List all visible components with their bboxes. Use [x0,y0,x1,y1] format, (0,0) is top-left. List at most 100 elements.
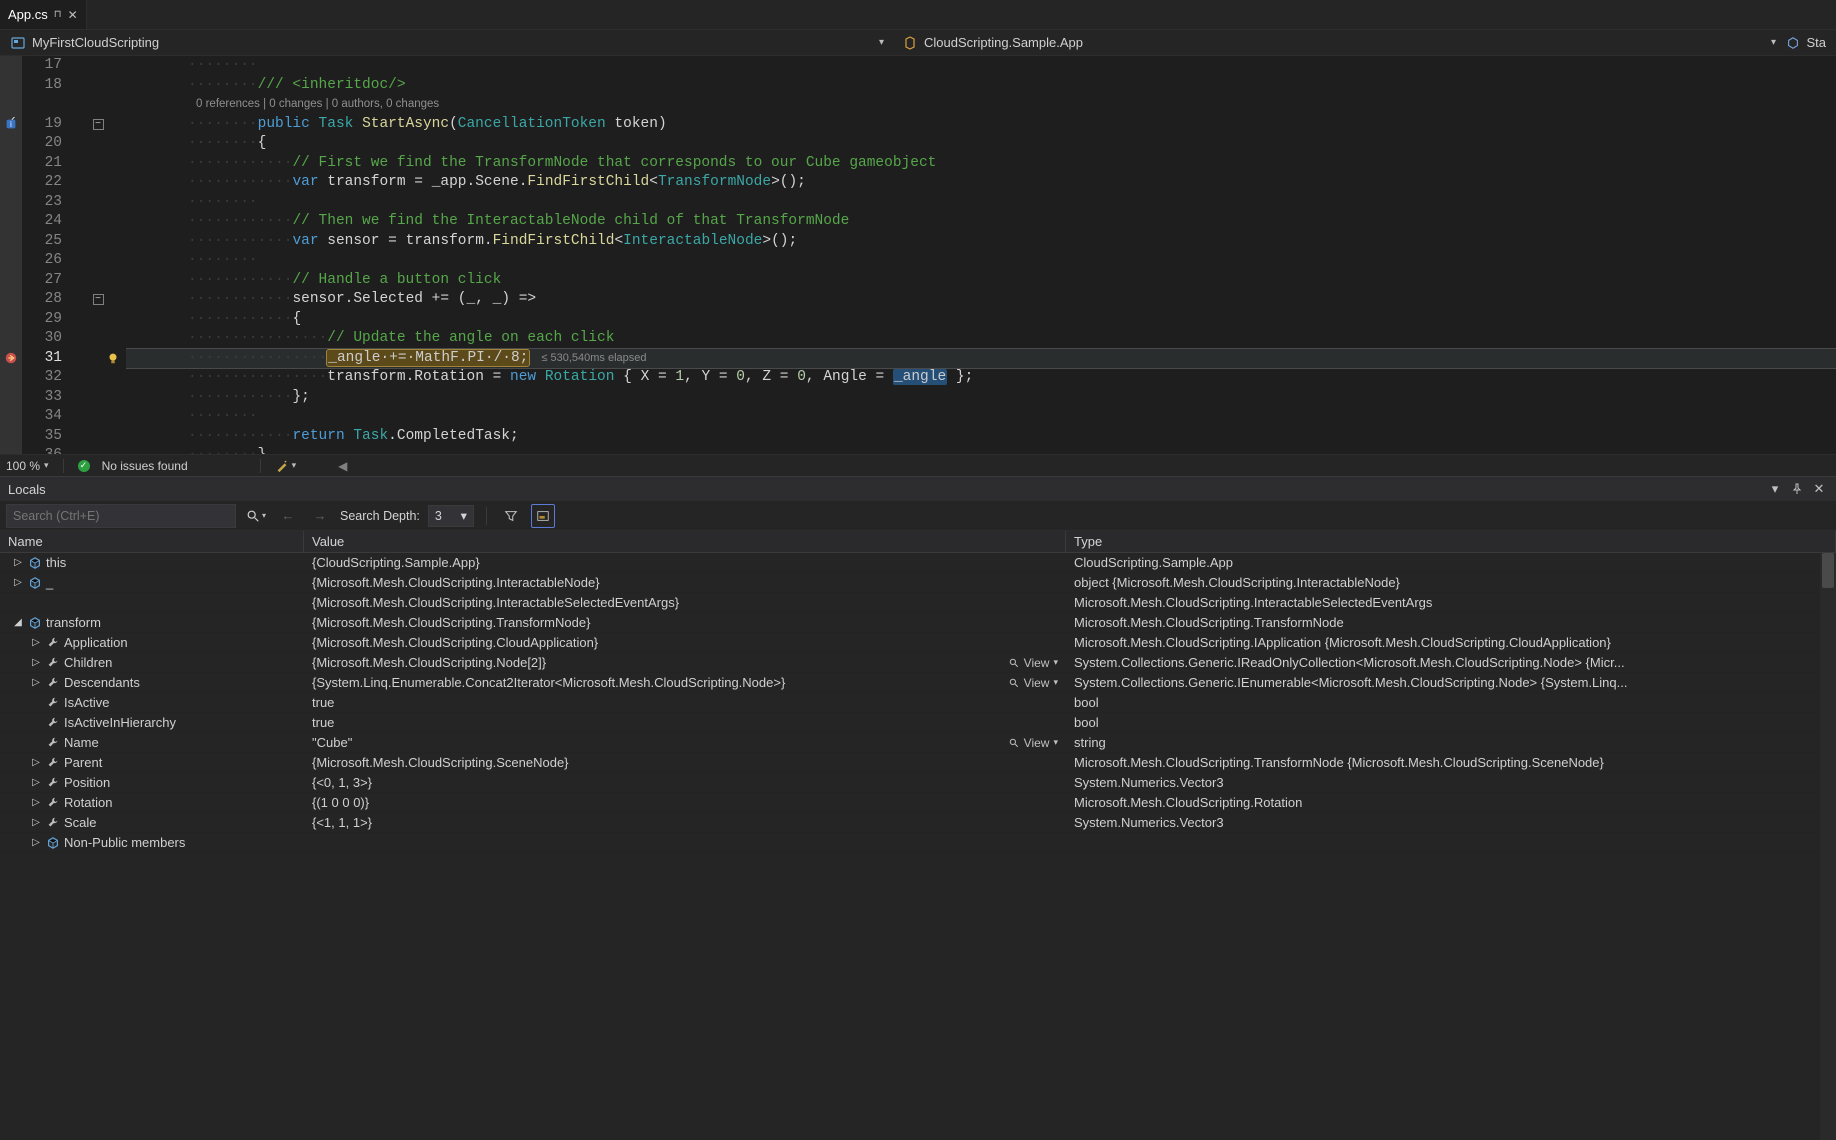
chevron-down-icon: ▾ [879,37,884,48]
row-name: Descendants [64,675,140,690]
wrench-icon [46,756,60,770]
wrench-icon [46,816,60,830]
wrench-icon [46,776,60,790]
locals-grid-body[interactable]: ▷ this {CloudScripting.Sample.App} CloudScr… [0,553,1836,1140]
expander-icon[interactable]: ▷ [12,557,24,568]
wrench-icon [46,736,60,750]
locals-row[interactable]: ▷_{Microsoft.Mesh.CloudScripting.Interac… [0,573,1836,593]
col-name[interactable]: Name [0,531,304,552]
locals-row[interactable]: IsActivetruebool [0,693,1836,713]
row-name: transform [46,615,101,630]
row-type: Microsoft.Mesh.CloudScripting.TransformN… [1066,755,1836,770]
row-type: Microsoft.Mesh.CloudScripting.Rotation [1066,795,1836,810]
tab-label: App.cs [8,7,48,22]
highlight-mode-icon[interactable] [531,504,555,528]
object-icon [28,576,42,590]
view-button[interactable]: View▾ [1008,676,1058,690]
row-value: {Microsoft.Mesh.CloudScripting.Transform… [312,615,590,630]
locals-row[interactable]: ▷Position{<0, 1, 3>}System.Numerics.Vect… [0,773,1836,793]
expander-icon[interactable]: ▷ [30,777,42,788]
row-value: true [312,715,334,730]
row-value: {<1, 1, 1>} [312,815,372,830]
nav-forward-icon: → [308,504,332,528]
row-value: {(1 0 0 0)} [312,795,369,810]
locals-search-input[interactable] [6,504,236,528]
search-field[interactable] [13,509,229,523]
wrench-icon [46,796,60,810]
zoom-combo[interactable]: 100 % ▾ [6,459,49,473]
row-name: this [46,555,66,570]
expander-icon[interactable]: ▷ [30,817,42,828]
code-editor[interactable]: i 17181920212223242526272829303132333435… [0,56,1836,454]
pin-icon[interactable] [1788,480,1806,498]
wrench-icon [46,676,60,690]
expander-icon[interactable]: ▷ [12,577,24,588]
row-type: CloudScripting.Sample.App [1066,555,1836,570]
code-lines[interactable]: ················/// <inheritdoc/>0 refer… [126,56,1836,454]
expander-icon[interactable] [30,737,42,748]
depth-select[interactable]: 3 ▾ [428,505,474,527]
view-button[interactable]: View▾ [1008,656,1058,670]
symbol-combo[interactable]: CloudScripting.Sample.App ▾ [896,32,1782,54]
depth-value: 3 [435,509,442,523]
row-type: bool [1066,695,1836,710]
row-type: bool [1066,715,1836,730]
locals-row[interactable]: Name"Cube"View▾string [0,733,1836,753]
locals-row[interactable]: ▷Scale{<1, 1, 1>}System.Numerics.Vector3 [0,813,1836,833]
row-type: System.Numerics.Vector3 [1066,815,1836,830]
close-icon[interactable]: ✕ [68,8,78,22]
separator [260,459,261,473]
locals-title-label: Locals [8,482,46,497]
project-combo[interactable]: MyFirstCloudScripting ▾ [4,32,890,54]
search-icon[interactable]: ▾ [244,504,268,528]
locals-row[interactable]: ▷Rotation{(1 0 0 0)}Microsoft.Mesh.Cloud… [0,793,1836,813]
expander-icon[interactable] [12,597,24,608]
expander-icon[interactable] [30,717,42,728]
expander-icon[interactable] [30,697,42,708]
col-value[interactable]: Value [304,531,1066,552]
row-value: {CloudScripting.Sample.App} [312,555,480,570]
scroll-left-icon[interactable]: ◀ [338,459,347,473]
row-value: {Microsoft.Mesh.CloudScripting.CloudAppl… [312,635,598,650]
locals-row[interactable]: ◢ transform {Microsoft.Mesh.CloudScripting… [0,613,1836,633]
cleanup-button[interactable]: ▾ [275,459,297,473]
fold-toggle[interactable]: − [93,119,104,130]
view-button[interactable]: View▾ [1008,736,1058,750]
locals-title-bar[interactable]: Locals ▾ ✕ [0,477,1836,501]
locals-grid-header[interactable]: Name Value Type [0,531,1836,553]
expander-icon[interactable]: ▷ [30,797,42,808]
pin-icon[interactable]: ⊓ [54,9,62,20]
breakpoint-gutter[interactable]: i [0,56,22,454]
expander-icon[interactable]: ▷ [30,637,42,648]
fold-gutter[interactable]: −− [70,56,126,454]
tab-bar: App.cs ⊓ ✕ [0,0,1836,30]
row-value: {Microsoft.Mesh.CloudScripting.Interacta… [312,575,600,590]
locals-row[interactable]: ▷Application{Microsoft.Mesh.CloudScripti… [0,633,1836,653]
scrollbar[interactable] [1820,553,1836,1140]
expander-icon[interactable]: ◢ [12,617,24,628]
row-name: IsActiveInHierarchy [64,715,176,730]
expander-icon[interactable]: ▷ [30,837,42,848]
expander-icon[interactable]: ▷ [30,677,42,688]
locals-row[interactable]: ▷ this {CloudScripting.Sample.App} CloudScr… [0,553,1836,573]
locals-row[interactable]: {Microsoft.Mesh.CloudScripting.Interacta… [0,593,1836,613]
tab-app-cs[interactable]: App.cs ⊓ ✕ [0,0,87,29]
expander-icon[interactable]: ▷ [30,757,42,768]
row-value: {Microsoft.Mesh.CloudScripting.Node[2]} [312,655,546,670]
row-name: Parent [64,755,102,770]
locals-row[interactable]: ▷Parent{Microsoft.Mesh.CloudScripting.Sc… [0,753,1836,773]
locals-row[interactable]: ▷Children{Microsoft.Mesh.CloudScripting.… [0,653,1836,673]
row-value: {<0, 1, 3>} [312,775,372,790]
window-position-icon[interactable]: ▾ [1766,480,1784,498]
expander-icon[interactable]: ▷ [30,657,42,668]
filter-icon[interactable] [499,504,523,528]
close-icon[interactable]: ✕ [1810,480,1828,498]
locals-row[interactable]: ▷Non-Public members [0,833,1836,853]
member-combo[interactable]: Sta [1788,32,1832,54]
locals-row[interactable]: IsActiveInHierarchy true bool [0,713,1836,733]
fold-toggle[interactable]: − [93,294,104,305]
row-type: System.Collections.Generic.IEnumerable<M… [1066,675,1836,690]
row-name: IsActive [64,695,110,710]
col-type[interactable]: Type [1066,531,1836,552]
locals-row[interactable]: ▷Descendants{System.Linq.Enumerable.Conc… [0,673,1836,693]
